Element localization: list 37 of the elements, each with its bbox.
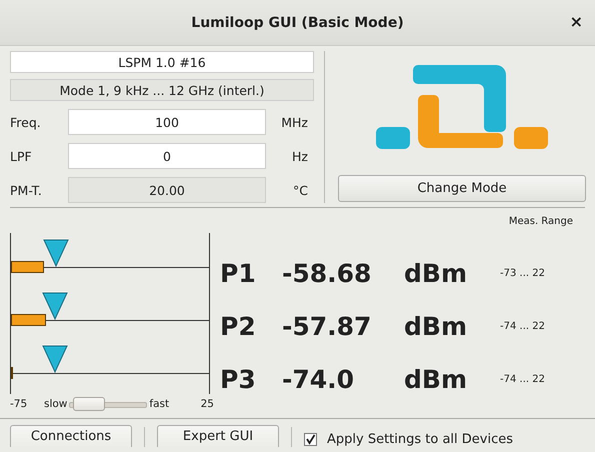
close-button[interactable]: × [568, 12, 585, 31]
range-header: Meas. Range [508, 216, 573, 229]
setting-label: LPF [10, 148, 33, 164]
device-name-field: LSPM 1.0 #16 [10, 51, 314, 73]
scale-min-label: -75 [10, 398, 28, 410]
power-reading: -58.68 [282, 261, 372, 288]
mode-field: Mode 1, 9 kHz ... 12 GHz (interl.) [10, 79, 314, 101]
power-reading: -74.0 [282, 367, 356, 394]
unit-label: Hz [291, 148, 309, 164]
unit-label: °C [292, 182, 309, 198]
setting-label: Freq. [10, 114, 42, 130]
window-title: Lumiloop GUI (Basic Mode) [191, 14, 404, 30]
channel-name: P2 [219, 314, 257, 341]
connections-button[interactable]: Connections [10, 425, 132, 447]
unit-label: dBm [404, 367, 468, 394]
unit-label: dBm [404, 314, 468, 341]
slow-label: slow [44, 398, 68, 410]
channel-name: P3 [219, 367, 257, 394]
input-field[interactable]: 0 [68, 143, 266, 169]
input-field[interactable]: 100 [68, 109, 266, 135]
channel-name: P1 [219, 261, 257, 288]
range-value: -74 ... 22 [500, 321, 545, 334]
checkbox-label: Apply Settings to all Devices [327, 432, 514, 447]
fast-label: fast [149, 398, 170, 410]
unit-label: dBm [404, 261, 468, 288]
range-value: -74 ... 22 [500, 374, 545, 387]
expert-gui-button[interactable]: Expert GUI [157, 425, 279, 447]
change-mode-button[interactable]: Change Mode [338, 175, 586, 202]
scale-max-label: 25 [200, 398, 214, 410]
checkbox[interactable] [304, 433, 317, 446]
setting-label: PM-T. [10, 182, 43, 198]
power-reading: -57.87 [282, 314, 372, 341]
slider-thumb[interactable] [73, 397, 106, 411]
unit-label: MHz [280, 114, 309, 130]
speed-slider[interactable] [69, 397, 148, 411]
readout-field: 20.00 [68, 177, 266, 203]
range-value: -73 ... 22 [500, 268, 545, 281]
